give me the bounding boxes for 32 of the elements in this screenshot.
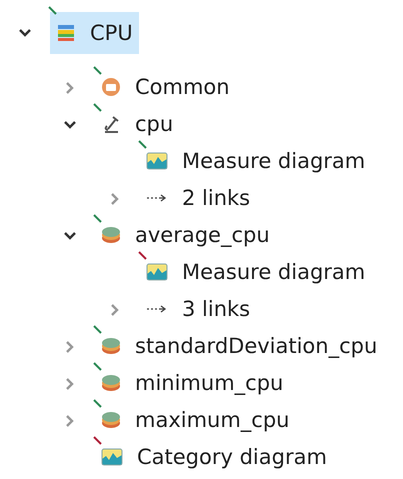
tree-item[interactable]: Measure diagram	[140, 146, 372, 177]
dashed-arrow-icon	[146, 303, 168, 315]
chevron-down-icon[interactable]	[63, 120, 77, 130]
tree-item[interactable]: standardDeviation_cpu	[95, 331, 384, 362]
tree-item[interactable]: CPU	[50, 12, 139, 54]
tree-item[interactable]: 2 links	[140, 183, 256, 214]
tree-item[interactable]: average_cpu	[95, 220, 276, 251]
layers-icon	[101, 337, 121, 355]
tree-item[interactable]: maximum_cpu	[95, 405, 296, 436]
chart-picture-icon	[146, 262, 168, 282]
tree-item[interactable]: Measure diagram	[140, 257, 372, 288]
database-icon	[56, 22, 76, 42]
chevron-down-icon[interactable]	[63, 230, 77, 240]
layers-icon	[101, 226, 121, 244]
tree-item[interactable]: 3 links	[140, 294, 256, 325]
chevron-right-icon[interactable]	[65, 340, 75, 354]
chevron-right-icon[interactable]	[65, 414, 75, 428]
layers-icon	[101, 374, 121, 392]
chevron-right-icon[interactable]	[65, 376, 75, 390]
chevron-right-icon[interactable]	[110, 302, 120, 316]
chart-picture-icon	[146, 151, 168, 171]
tree-item[interactable]: minimum_cpu	[95, 368, 290, 399]
chevron-down-icon[interactable]	[18, 28, 32, 38]
dashed-arrow-icon	[146, 192, 168, 204]
tree-item[interactable]: cpu	[95, 109, 180, 140]
folder-circle-icon	[101, 77, 121, 97]
tree-item[interactable]: Category diagram	[95, 442, 333, 473]
chevron-right-icon[interactable]	[65, 80, 75, 94]
chevron-right-icon[interactable]	[110, 192, 120, 206]
tree-item[interactable]: Common	[95, 72, 236, 103]
layers-icon	[101, 411, 121, 429]
chart-picture-icon	[101, 447, 123, 467]
